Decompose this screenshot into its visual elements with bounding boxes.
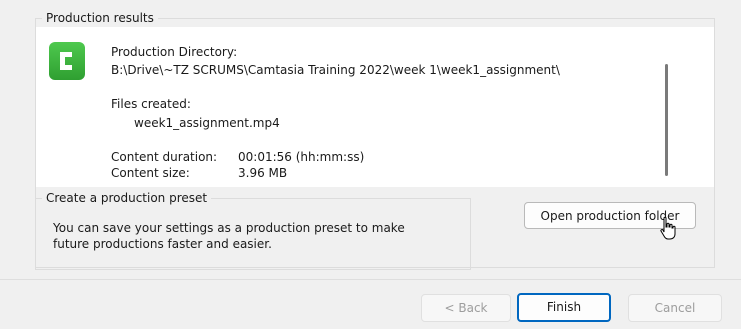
production-results-title: Production results	[42, 11, 158, 26]
content-duration-value: 00:01:56 (hh:mm:ss)	[238, 150, 365, 164]
hand-cursor-icon	[660, 216, 676, 240]
production-directory-label: Production Directory:	[111, 45, 238, 59]
camtasia-logo-icon	[49, 42, 85, 80]
files-created-label: Files created:	[111, 97, 191, 111]
created-file-name: week1_assignment.mp4	[134, 116, 280, 130]
footer-divider	[0, 279, 741, 280]
preset-description-line1: You can save your settings as a producti…	[53, 221, 405, 235]
production-directory-path: B:\Drive\~TZ SCRUMS\Camtasia Training 20…	[111, 63, 560, 77]
back-button[interactable]: < Back	[421, 294, 511, 322]
content-size-value: 3.96 MB	[238, 166, 288, 180]
content-size-label: Content size:	[111, 166, 190, 180]
results-scrollbar-thumb[interactable]	[665, 64, 668, 176]
cancel-button[interactable]: Cancel	[628, 294, 722, 322]
finish-button[interactable]: Finish	[517, 293, 611, 322]
preset-description-line2: future productions faster and easier.	[53, 237, 272, 251]
production-preset-title: Create a production preset	[42, 191, 212, 206]
content-duration-label: Content duration:	[111, 150, 218, 164]
